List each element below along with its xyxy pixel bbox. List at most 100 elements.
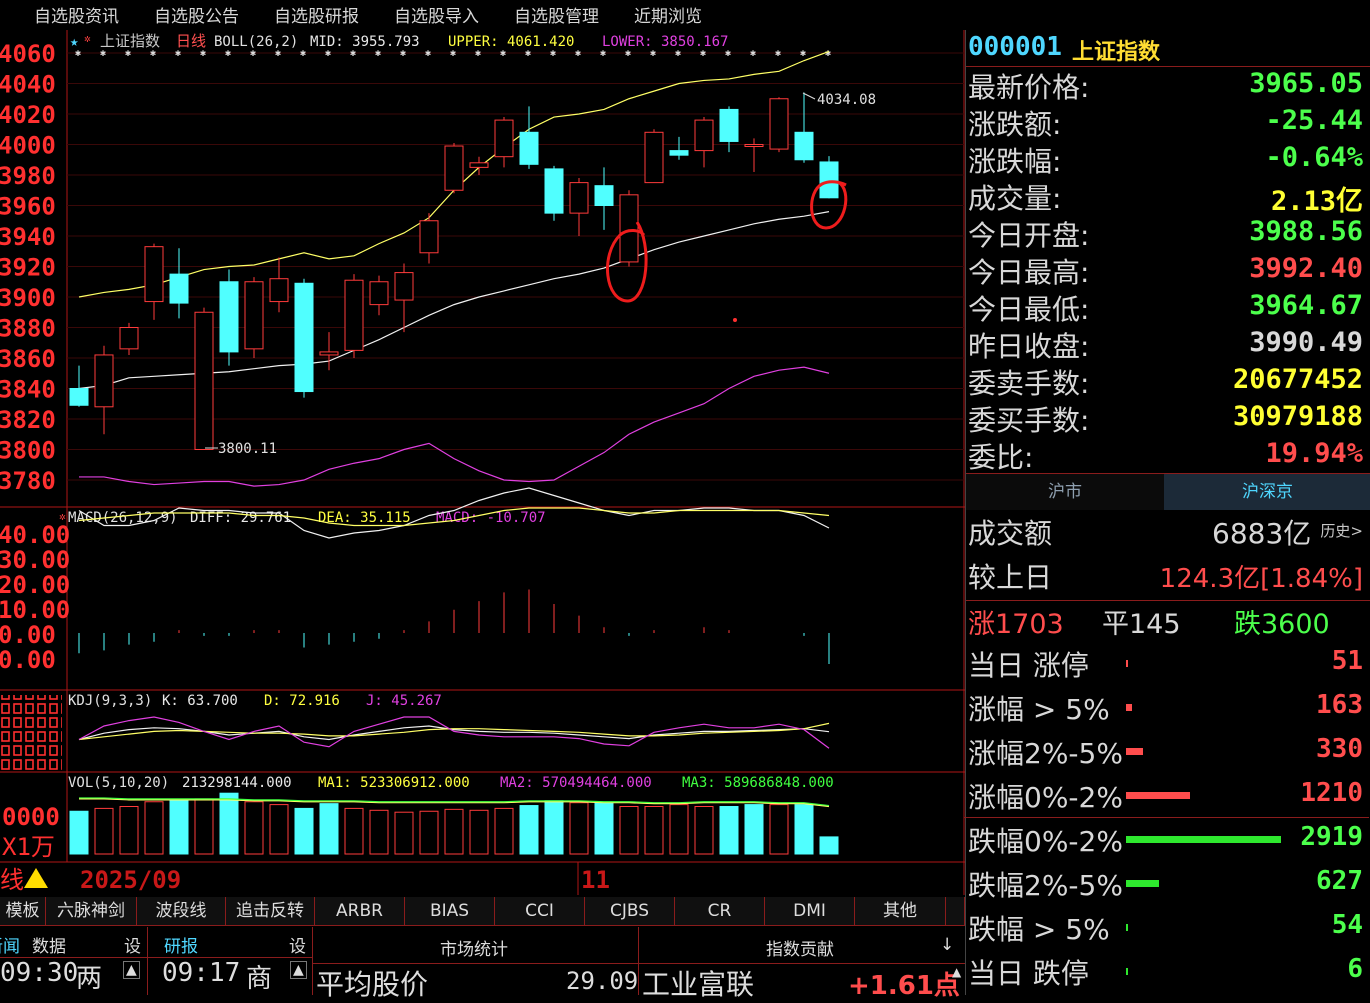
scroll-up-icon-1[interactable]: ▲ xyxy=(123,961,140,979)
collapse-arrow-icon[interactable]: ↓ xyxy=(940,935,954,955)
indicator-toolbar: 模板 六脉神剑 波段线 追击反转 ARBR BIAS CCI CJBS CR D… xyxy=(0,895,965,927)
kdj-d-label: D: 72.916 xyxy=(264,693,340,709)
breadth-bar xyxy=(1126,836,1281,843)
advance-count: 涨1703 xyxy=(968,609,1064,640)
price-tick-label: 4000 xyxy=(0,132,56,160)
breadth-row: 当日 涨停 51 xyxy=(968,644,1363,686)
candle-body xyxy=(744,144,764,147)
tab-news[interactable]: 新闻 xyxy=(0,932,20,957)
settings-button-1[interactable]: 设 xyxy=(124,932,141,957)
menu-item-recent[interactable]: 近期浏览 xyxy=(634,2,702,27)
boll-indicator-label: BOLL(26,2) xyxy=(214,34,298,50)
candle-body xyxy=(144,246,164,303)
volume-bar xyxy=(394,811,414,855)
volume-bar xyxy=(219,792,239,855)
vol-ma3-line xyxy=(79,797,830,807)
quote-row-open: 今日开盘: 3988.56 xyxy=(968,216,1363,252)
breadth-bar xyxy=(1126,748,1143,755)
contrib-stock-name[interactable]: 工业富联 xyxy=(642,963,754,1003)
candle-body xyxy=(219,281,239,353)
header-dot: ✱ xyxy=(750,48,756,59)
tab-data[interactable]: 数据 xyxy=(32,932,66,957)
breadth-row-value: 2919 xyxy=(1300,822,1363,852)
header-dot: ✱ xyxy=(825,48,831,59)
high-price-label: 4034.08 xyxy=(817,92,876,108)
scroll-up-icon-3[interactable]: ▲ xyxy=(952,965,961,979)
menu-item-announcements[interactable]: 自选股公告 xyxy=(154,2,239,27)
menu-item-manage[interactable]: 自选股管理 xyxy=(514,2,599,27)
breadth-row-value: 627 xyxy=(1316,866,1363,896)
macd-tick-label: 20.00 xyxy=(0,571,70,599)
volume-bar xyxy=(569,802,589,855)
vol-indicator-label: VOL(5,10,20) xyxy=(68,775,169,791)
quote-row-high: 今日最高: 3992.40 xyxy=(968,253,1363,289)
toolbar-button-cr[interactable]: CR xyxy=(675,897,765,926)
star-icon: ★ xyxy=(70,34,79,50)
breadth-row-label: 跌幅2%-5% xyxy=(968,869,1123,902)
vol-axis-unit-label: X1万 xyxy=(2,833,55,861)
news-title-1[interactable]: 两 xyxy=(76,958,102,995)
candle-body xyxy=(569,182,589,214)
contrib-stock-value: +1.61点 xyxy=(848,971,960,1001)
avg-price-label: 平均股价 xyxy=(316,968,429,1001)
breadth-separator xyxy=(964,817,1369,818)
scroll-up-icon-2[interactable]: ▲ xyxy=(290,961,307,979)
macd-value-label: MACD: -10.707 xyxy=(436,510,546,526)
kdj-indicator-label: KDJ(9,3,3) xyxy=(68,693,152,709)
kline-chart-area[interactable]: 4060 4040 4020 4000 3980 3960 3940 3920 3900 3880… xyxy=(0,30,965,895)
tab-sh-sz-bj[interactable]: 沪深京 xyxy=(1164,473,1370,510)
menu-item-news[interactable]: 自选股资讯 xyxy=(34,2,119,27)
vol-ma3-label: MA3: 589686848.000 xyxy=(682,775,834,791)
toolbar-button-cjbs[interactable]: CJBS xyxy=(585,897,675,926)
breadth-row-value: 51 xyxy=(1331,646,1363,676)
candle-body xyxy=(394,272,414,301)
quote-row-low: 今日最低: 3964.67 xyxy=(968,290,1363,326)
candle-body xyxy=(94,354,114,408)
news-title-2[interactable]: 商 xyxy=(246,958,272,995)
date-axis-label-month: 11 xyxy=(581,866,610,894)
vol-ma2-label: MA2: 570494464.000 xyxy=(500,775,652,791)
toolbar-button-boduan[interactable]: 波段线 xyxy=(137,897,226,926)
tab-shanghai[interactable]: 沪市 xyxy=(966,473,1164,510)
macd-tick-label: 10.00 xyxy=(0,596,70,624)
toolbar-button-arbr[interactable]: ARBR xyxy=(315,897,405,926)
volume-bar xyxy=(119,806,139,855)
price-tick-label: 3860 xyxy=(0,345,56,373)
price-axis-labels: 4060 40404020 40003980 39603940 39203900 3880… xyxy=(0,40,56,495)
quote-row-change-pct: 涨跌幅: -0.64% xyxy=(968,142,1363,178)
volume-bar xyxy=(369,809,389,855)
kdj-series xyxy=(78,716,830,749)
menu-item-import[interactable]: 自选股导入 xyxy=(394,2,479,27)
period-label[interactable]: 日线 xyxy=(176,32,206,50)
market-stats-header[interactable]: 市场统计 xyxy=(440,935,508,960)
toolbar-button-dmi[interactable]: DMI xyxy=(765,897,855,926)
quote-row-ask-volume: 委卖手数: 20677452 xyxy=(968,364,1363,400)
candle-body xyxy=(644,131,664,184)
toolbar-button-liumai[interactable]: 六脉神剑 xyxy=(46,897,137,926)
toolbar-button-zhuiji[interactable]: 追击反转 xyxy=(226,897,315,926)
toolbar-button-template[interactable]: 模板 xyxy=(0,897,46,926)
history-link[interactable]: 历史> xyxy=(1320,520,1363,541)
turnover-row: 成交额 6883亿 历史> xyxy=(968,512,1363,554)
breadth-row-label: 跌幅0%-2% xyxy=(968,825,1123,858)
volume-bar xyxy=(744,804,764,855)
menu-item-research[interactable]: 自选股研报 xyxy=(274,2,359,27)
quote-row-change: 涨跌额: -25.44 xyxy=(968,105,1363,141)
settings-button-2[interactable]: 设 xyxy=(289,932,306,957)
boll-mid-label: MID: 3955.793 xyxy=(310,34,420,50)
header-dot: ✱ xyxy=(775,48,781,59)
kline-chart-svg[interactable]: 4060 40404020 40003980 39603940 39203900 3880… xyxy=(0,30,965,895)
kdj-axis-glyphs xyxy=(0,695,62,771)
quote-row-order-ratio: 委比: 19.94% xyxy=(968,438,1363,474)
toolbar-button-bias[interactable]: BIAS xyxy=(405,897,495,926)
toolbar-scroll-end[interactable] xyxy=(946,897,965,926)
index-contrib-header[interactable]: 指数贡献 xyxy=(766,935,834,960)
triangle-up-icon[interactable] xyxy=(24,868,48,888)
tab-research[interactable]: 研报 xyxy=(164,932,198,957)
toolbar-button-cci[interactable]: CCI xyxy=(495,897,585,926)
breadth-row-value: 163 xyxy=(1316,690,1363,720)
candle-body xyxy=(169,273,189,304)
toolbar-button-other[interactable]: 其他 xyxy=(855,897,946,926)
breadth-row-label: 跌幅 > 5% xyxy=(968,913,1110,946)
volume-bar xyxy=(769,804,789,855)
